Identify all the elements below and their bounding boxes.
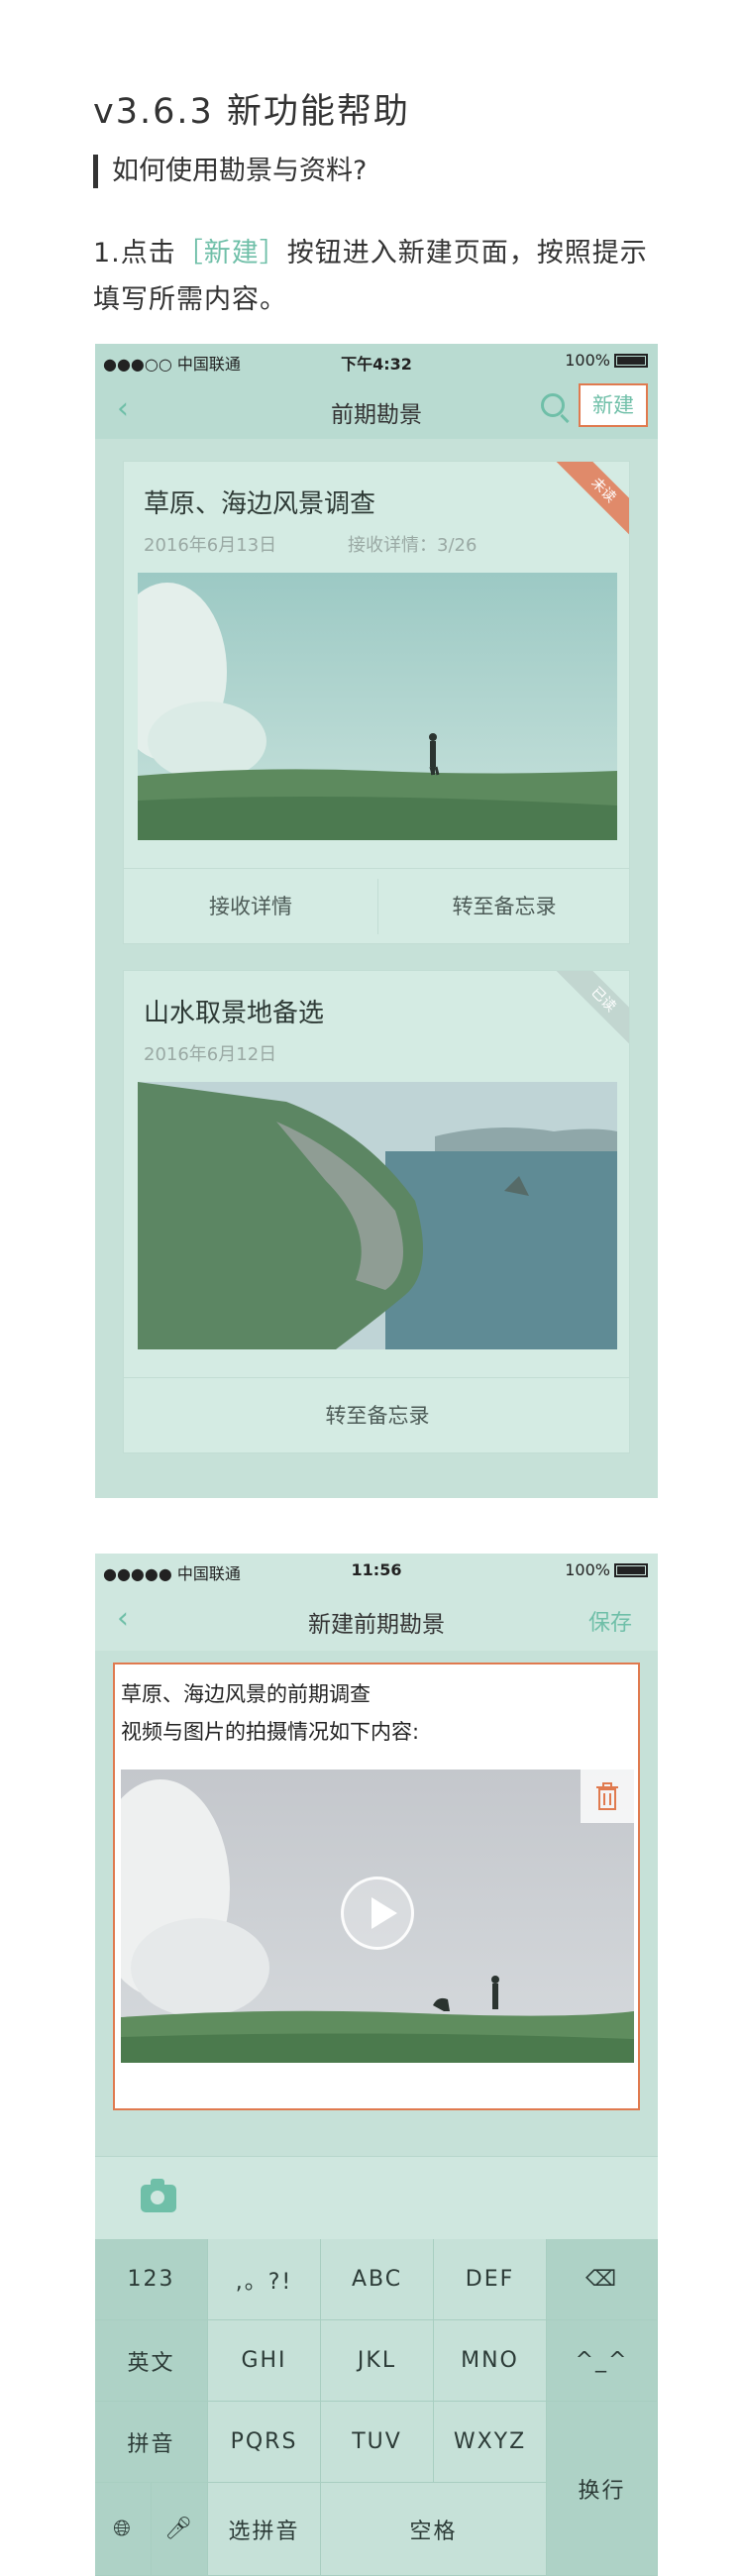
battery-text: 100%: [565, 1560, 610, 1579]
new-button[interactable]: 新建: [579, 383, 648, 427]
nav-title: 新建前期勘景: [308, 1612, 445, 1638]
key-pqrs[interactable]: PQRS: [208, 2402, 321, 2483]
to-memo-button[interactable]: 转至备忘录: [124, 1378, 629, 1452]
step-highlight: ［新建］: [175, 238, 287, 268]
status-bar: ●●●○○ 中国联通 下午4:32 100%: [95, 344, 658, 377]
save-button[interactable]: 保存: [588, 1605, 632, 1637]
key-mno[interactable]: MNO: [434, 2320, 547, 2402]
globe-icon[interactable]: 🌐︎: [95, 2483, 152, 2576]
nav-bar: ‹ 前期勘景 新建: [95, 377, 658, 439]
key-def[interactable]: DEF: [434, 2239, 547, 2320]
card-title: 山水取景地备选: [144, 999, 325, 1028]
content-editor[interactable]: 草原、海边风景的前期调查 视频与图片的拍摄情况如下内容:: [113, 1663, 640, 2110]
help-subtitle: 如何使用勘景与资料?: [93, 155, 367, 188]
step-1-text: 1.点击［新建］按钮进入新建页面，按照提示填写所需内容。: [93, 230, 668, 323]
receive-detail-button[interactable]: 接收详情: [124, 869, 377, 943]
card-title: 草原、海边风景调查: [144, 489, 376, 519]
version-title: v3.6.3 新功能帮助: [93, 92, 410, 132]
survey-card-2[interactable]: 已读 山水取景地备选 2016年6月12日 转至备忘录: [123, 970, 630, 1453]
key-emoji[interactable]: ^_^: [547, 2320, 658, 2402]
battery: 100%: [565, 351, 648, 370]
backspace-icon[interactable]: ⌫: [547, 2239, 658, 2320]
key-english[interactable]: 英文: [95, 2320, 208, 2402]
battery: 100%: [565, 1560, 648, 1579]
video-attachment[interactable]: [121, 1770, 634, 2063]
unread-ribbon: 未读: [552, 462, 629, 542]
key-abc[interactable]: ABC: [321, 2239, 434, 2320]
key-wxyz[interactable]: WXYZ: [434, 2402, 547, 2483]
nav-bar: ‹ 新建前期勘景 保存: [95, 1587, 658, 1651]
card-date: 2016年6月13日: [144, 535, 277, 556]
status-bar: ●●●●● 中国联通 11:56 100%: [95, 1554, 658, 1587]
survey-card-1[interactable]: 未读 草原、海边风景调查 2016年6月13日 接收详情：3/26 接收详情 转…: [123, 461, 630, 944]
nav-title: 前期勘景: [331, 402, 422, 428]
read-ribbon: 已读: [552, 971, 629, 1051]
card-receive-detail: 接收详情：3/26: [348, 535, 478, 556]
microphone-icon[interactable]: 🎤︎: [152, 2483, 208, 2576]
play-icon[interactable]: [341, 1877, 414, 1950]
battery-icon: [614, 354, 648, 368]
editor-line-2[interactable]: 视频与图片的拍摄情况如下内容:: [121, 1716, 419, 1746]
key-123[interactable]: 123: [95, 2239, 208, 2320]
phone-screen-new: ●●●●● 中国联通 11:56 100% ‹ 新建前期勘景 保存 草原、海边风…: [95, 1554, 658, 2576]
coast-photo: [138, 1082, 617, 1349]
phone-screen-list: ●●●○○ 中国联通 下午4:32 100% ‹ 前期勘景 新建 未读 草原、海…: [95, 344, 658, 1498]
card-actions: 接收详情 转至备忘录: [124, 868, 629, 943]
key-pinyin[interactable]: 拼音: [95, 2402, 208, 2483]
delete-icon[interactable]: [581, 1770, 634, 1823]
card-actions: 转至备忘录: [124, 1377, 629, 1452]
key-tuv[interactable]: TUV: [321, 2402, 434, 2483]
key-jkl[interactable]: JKL: [321, 2320, 434, 2402]
card-date: 2016年6月12日: [144, 1044, 277, 1065]
key-enter[interactable]: 换行: [547, 2402, 658, 2576]
key-space[interactable]: 空格: [321, 2483, 547, 2576]
keyboard: 123 ,。?! ABC DEF ⌫ 英文 GHI JKL MNO ^_^ 拼音…: [95, 2239, 658, 2576]
key-ghi[interactable]: GHI: [208, 2320, 321, 2402]
to-memo-button[interactable]: 转至备忘录: [377, 869, 629, 943]
grassland-photo: [138, 573, 617, 840]
key-punct[interactable]: ,。?!: [208, 2239, 321, 2320]
editor-line-1[interactable]: 草原、海边风景的前期调查: [121, 1678, 371, 1708]
battery-icon: [614, 1563, 648, 1577]
step-prefix: 1.点击: [93, 238, 176, 268]
camera-icon[interactable]: [141, 2179, 176, 2212]
search-icon[interactable]: [541, 393, 565, 417]
battery-text: 100%: [565, 351, 610, 370]
key-select-pinyin[interactable]: 选拼音: [208, 2483, 321, 2576]
editor-toolbar: [95, 2156, 658, 2239]
